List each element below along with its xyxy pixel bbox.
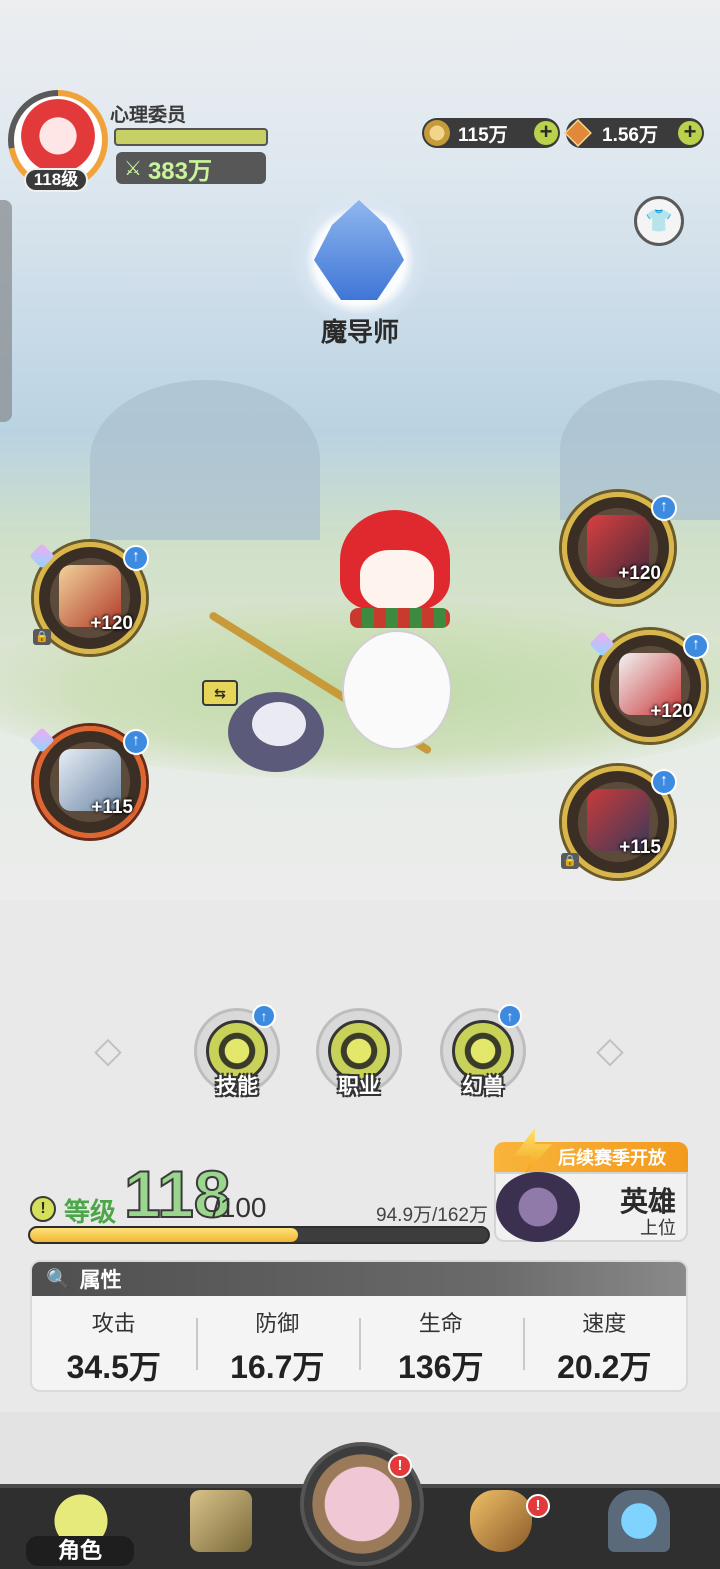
attr-name: 速度 (582, 1311, 627, 1336)
guild-shield-icon (470, 1490, 532, 1552)
rank-emblem-icon (496, 1172, 580, 1242)
character-face (360, 550, 434, 610)
attr-attack: 攻击 34.5万 (32, 1296, 196, 1390)
attr-name: 防御 (255, 1311, 300, 1336)
beast-label: 幻兽 (462, 1075, 504, 1098)
player-name: 心理委员 (110, 105, 187, 126)
equip-slot-weapon[interactable]: 🔒 ↑ +120 (29, 542, 149, 654)
portal-gate-icon (608, 1490, 670, 1552)
upgrade-arrow-icon: ↑ (252, 1004, 276, 1028)
skill-label: 技能 (216, 1075, 258, 1098)
beast-button[interactable]: ↑ 幻兽 (440, 1004, 528, 1104)
nav-character-label: 角色 (26, 1536, 134, 1566)
search-icon: 🔍 (46, 1269, 70, 1290)
upgrade-arrow-icon: ↑ (123, 729, 149, 755)
outfit-button[interactable]: 👕 (634, 196, 684, 246)
class-emblem[interactable] (270, 190, 450, 330)
attr-defense: 防御 16.7万 (195, 1296, 360, 1390)
pet-companion[interactable] (228, 672, 324, 782)
add-diamond-button[interactable]: + (678, 121, 702, 145)
upgrade-arrow-icon: ↑ (123, 545, 149, 571)
attr-speed: 速度 20.2万 (522, 1296, 687, 1390)
attr-value: 20.2万 (557, 1349, 652, 1385)
attributes-header: 🔍 属性 (32, 1262, 686, 1296)
add-gold-button[interactable]: + (534, 121, 558, 145)
equip-slot-book[interactable]: ↑ +115 (29, 726, 149, 838)
equip-enhance-level: +120 (90, 613, 133, 634)
lock-icon: 🔒 (561, 853, 579, 869)
player-character[interactable] (320, 490, 500, 790)
level-exp-fill (30, 1228, 299, 1242)
attr-name: 生命 (418, 1311, 463, 1336)
attr-name: 攻击 (91, 1311, 136, 1336)
lock-icon: 🔒 (33, 629, 51, 645)
equip-slot-armor[interactable]: ↑ +120 (589, 630, 709, 742)
gold-currency: 115万 + (422, 118, 560, 148)
gold-coin-icon (424, 120, 450, 146)
home-alert-icon: ! (388, 1454, 412, 1478)
season-rank-card[interactable]: 后续赛季开放 英雄 上位 (494, 1128, 688, 1242)
player-level-badge: 118级 (24, 168, 88, 192)
right-wing-ornament: ◇ (596, 1029, 624, 1070)
swap-pet-button[interactable]: ⇆ (202, 680, 238, 706)
shirt-icon: 👕 (645, 208, 673, 233)
upgrade-arrow-icon: ↑ (651, 769, 677, 795)
class-label: 职业 (338, 1075, 380, 1098)
diamond-amount: 1.56万 (602, 124, 658, 146)
combat-power-value: 383万 (147, 157, 212, 185)
upgrade-arrow-icon: ↑ (651, 495, 677, 521)
sword-power-icon: ⚔ (124, 157, 142, 180)
equip-enhance-level: +115 (91, 797, 133, 818)
combat-power: ⚔ 383万 (116, 152, 266, 185)
upgrade-arrow-icon: ↑ (683, 633, 709, 659)
quest-book-icon (190, 1490, 252, 1552)
pet-face (252, 702, 306, 746)
player-exp-bar (114, 128, 268, 146)
upgrade-arrow-icon: ↑ (498, 1004, 522, 1028)
equip-enhance-level: +120 (650, 701, 693, 722)
attr-value: 136万 (398, 1349, 484, 1385)
equip-enhance-level: +120 (618, 563, 661, 584)
guild-alert-icon: ! (526, 1494, 550, 1518)
mountain-decoration (90, 380, 320, 540)
attributes-row: 攻击 34.5万 防御 16.7万 生命 136万 速度 20.2万 (32, 1296, 687, 1390)
nav-quest[interactable] (166, 1480, 276, 1569)
nav-portal[interactable] (584, 1480, 694, 1569)
swap-icon: ⇆ (214, 685, 226, 701)
attr-hp: 生命 136万 (359, 1296, 523, 1390)
class-button[interactable]: 职业 (316, 1008, 404, 1104)
equip-slot-helmet[interactable]: ↑ +120 (562, 492, 677, 604)
level-exp-text: 94.9万/162万 (376, 1205, 488, 1226)
left-wing-ornament: ◇ (94, 1029, 122, 1070)
class-name: 魔导师 (320, 317, 399, 347)
attr-value: 34.5万 (66, 1349, 161, 1385)
diamond-currency: 1.56万 + (564, 118, 704, 148)
attributes-panel[interactable]: 🔍 属性 攻击 34.5万 防御 16.7万 生命 136万 速度 20.2万 (30, 1260, 688, 1392)
level-label: 等级 (64, 1197, 117, 1227)
attributes-title: 属性 (79, 1269, 122, 1292)
gold-amount: 115万 (458, 124, 508, 146)
skill-button[interactable]: ↑ 技能 (194, 1004, 282, 1104)
character-body (342, 630, 452, 750)
season-rank-sub: 上位 (640, 1218, 676, 1238)
side-drawer-handle[interactable] (0, 200, 12, 422)
level-info-icon[interactable]: ! (30, 1196, 56, 1222)
equip-slot-boots[interactable]: 🔒 ↑ +115 (561, 766, 677, 878)
character-scarf (350, 608, 450, 628)
level-max: /100 (212, 1192, 267, 1223)
level-exp-bar (28, 1226, 490, 1244)
attr-value: 16.7万 (230, 1349, 325, 1385)
equip-enhance-level: +115 (619, 837, 661, 858)
